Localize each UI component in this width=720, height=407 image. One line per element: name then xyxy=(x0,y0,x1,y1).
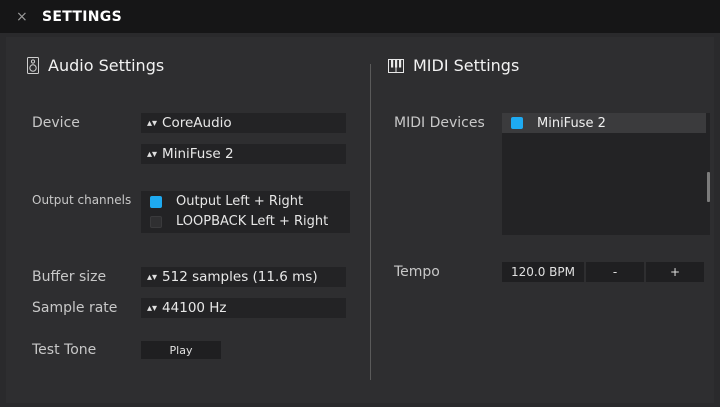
sample-rate-label: Sample rate xyxy=(32,300,118,316)
tempo-label: Tempo xyxy=(394,264,440,280)
tempo-increase-button[interactable]: + xyxy=(646,262,704,282)
piano-keys-icon xyxy=(388,58,404,73)
audio-settings-heading: Audio Settings xyxy=(27,56,164,75)
output-channels-label: Output channels xyxy=(32,193,132,207)
buffer-size-label: Buffer size xyxy=(32,269,107,285)
device-output-value: MiniFuse 2 xyxy=(162,146,234,162)
midi-settings-heading: MIDI Settings xyxy=(388,56,519,75)
channel-checkbox[interactable] xyxy=(150,195,162,208)
device-select[interactable]: ▴▾ CoreAudio xyxy=(141,113,346,133)
section-divider xyxy=(370,64,371,380)
sample-rate-value: 44100 Hz xyxy=(162,300,227,316)
device-output-select[interactable]: ▴▾ MiniFuse 2 xyxy=(141,144,346,164)
channel-item-loopback[interactable]: LOOPBACK Left + Right xyxy=(150,212,328,231)
dropdown-arrows-icon: ▴▾ xyxy=(147,148,158,160)
audio-settings-title: Audio Settings xyxy=(48,56,165,75)
channel-label: Output Left + Right xyxy=(176,194,304,209)
buffer-size-value: 512 samples (11.6 ms) xyxy=(162,269,318,285)
speaker-icon xyxy=(27,57,39,74)
midi-devices-label: MIDI Devices xyxy=(394,115,485,131)
channel-item-output[interactable]: Output Left + Right xyxy=(150,192,303,211)
play-button[interactable]: Play xyxy=(141,341,221,359)
dropdown-arrows-icon: ▴▾ xyxy=(147,302,158,314)
window-title: SETTINGS xyxy=(42,8,122,25)
dropdown-arrows-icon: ▴▾ xyxy=(147,117,158,129)
dropdown-arrows-icon: ▴▾ xyxy=(147,271,158,283)
buffer-size-select[interactable]: ▴▾ 512 samples (11.6 ms) xyxy=(141,267,346,287)
channel-label: LOOPBACK Left + Right xyxy=(176,214,329,229)
tempo-decrease-button[interactable]: - xyxy=(586,262,644,282)
device-label: Device xyxy=(32,115,80,131)
tempo-value-field[interactable]: 120.0 BPM xyxy=(502,262,584,282)
test-tone-label: Test Tone xyxy=(32,342,97,358)
channel-checkbox[interactable] xyxy=(150,215,162,228)
midi-device-item[interactable]: MiniFuse 2 xyxy=(502,113,706,133)
sample-rate-select[interactable]: ▴▾ 44100 Hz xyxy=(141,298,346,318)
title-bar: × SETTINGS xyxy=(0,0,720,33)
midi-settings-title: MIDI Settings xyxy=(413,56,520,75)
midi-device-checkbox[interactable] xyxy=(511,117,523,129)
close-icon[interactable]: × xyxy=(16,9,30,25)
midi-devices-scrollbar[interactable] xyxy=(707,172,710,202)
midi-device-label: MiniFuse 2 xyxy=(537,115,606,131)
device-value: CoreAudio xyxy=(162,115,232,131)
